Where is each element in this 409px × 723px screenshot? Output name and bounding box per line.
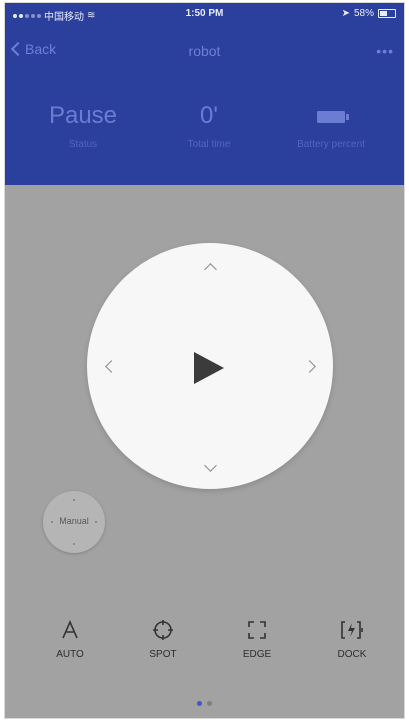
more-button[interactable]: ••• <box>376 43 394 59</box>
total-time-stat: 0' Total time <box>149 101 269 150</box>
status-bar: 中国移动 ≋ 1:50 PM ➤ 58% <box>5 3 404 25</box>
stats-row: Pause Status 0' Total time Battery perce… <box>5 101 404 161</box>
manual-button[interactable]: Manual <box>43 491 105 553</box>
mode-spot-label: SPOT <box>149 649 177 660</box>
mode-dock-label: DOCK <box>337 649 367 660</box>
battery-stat: Battery percent <box>271 101 391 150</box>
direction-pad[interactable] <box>87 243 333 489</box>
navigation-bar: Back robot ••• <box>5 39 404 65</box>
page-dot-active[interactable] <box>197 701 202 706</box>
page-dot[interactable] <box>207 701 212 706</box>
status-label: Status <box>68 139 98 150</box>
mode-spot-button[interactable]: SPOT <box>128 615 198 660</box>
battery-icon <box>378 9 396 18</box>
total-time-label: Total time <box>187 139 231 150</box>
location-icon: ➤ <box>341 8 350 19</box>
status-stat: Pause Status <box>23 101 143 150</box>
edge-corners-icon <box>222 615 292 645</box>
mode-edge-label: EDGE <box>242 649 272 660</box>
spot-crosshair-icon <box>128 615 198 645</box>
mode-bar: AUTO SPOT EDGE DOCK <box>5 615 404 675</box>
app-screen: 中国移动 ≋ 1:50 PM ➤ 58% Back robot ••• Paus… <box>4 2 405 719</box>
page-title: robot <box>188 43 221 59</box>
page-indicator <box>5 701 404 706</box>
dock-charging-icon <box>317 615 387 645</box>
manual-tick-top <box>73 499 75 501</box>
manual-tick-bottom <box>73 543 75 545</box>
play-icon <box>194 352 224 384</box>
manual-label: Manual <box>59 516 89 526</box>
total-time-value: 0' <box>200 102 218 129</box>
mode-edge-button[interactable]: EDGE <box>222 615 292 660</box>
status-value: Pause <box>48 102 118 129</box>
letter-a-icon <box>35 615 105 645</box>
play-button[interactable] <box>191 351 227 385</box>
battery-label: Battery percent <box>297 139 365 150</box>
arrow-left-button[interactable] <box>105 360 118 373</box>
battery-value <box>271 101 391 131</box>
mode-auto-label: AUTO <box>56 649 84 660</box>
arrow-down-button[interactable] <box>204 459 217 472</box>
arrow-up-button[interactable] <box>204 263 217 276</box>
battery-level-icon <box>317 111 349 123</box>
status-right-group: ➤ 58% <box>342 8 396 19</box>
header: 中国移动 ≋ 1:50 PM ➤ 58% Back robot ••• Paus… <box>5 3 404 185</box>
arrow-right-button[interactable] <box>303 360 316 373</box>
mode-dock-button[interactable]: DOCK <box>317 615 387 660</box>
battery-percent: 58% <box>353 8 374 19</box>
mode-auto-button[interactable]: AUTO <box>35 615 105 660</box>
